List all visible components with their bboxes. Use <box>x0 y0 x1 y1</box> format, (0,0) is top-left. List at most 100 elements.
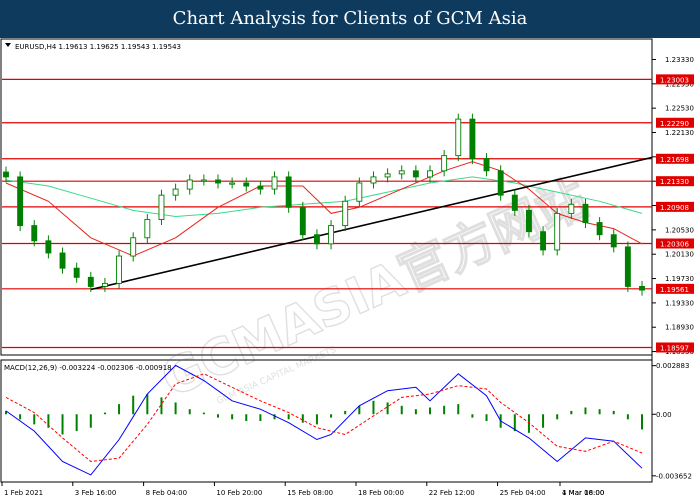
candle-body <box>384 173 391 178</box>
candle-body <box>525 209 532 233</box>
macd-histogram-bar <box>641 414 643 430</box>
price-tick-label: 1.23330 <box>665 56 694 64</box>
macd-histogram-bar <box>287 414 290 420</box>
candle-body <box>271 176 278 190</box>
time-tick-label: 3 Feb 16:00 <box>75 489 116 497</box>
macd-histogram-bar <box>245 414 248 421</box>
macd-histogram-bar <box>414 409 417 415</box>
macd-histogram-bar <box>612 410 615 415</box>
macd-histogram-bar <box>457 404 460 415</box>
candle-body <box>469 118 476 160</box>
candle-body <box>596 222 603 236</box>
candle-body <box>215 179 221 184</box>
macd-histogram-bar <box>259 414 262 421</box>
price-tick-label: 1.22530 <box>665 105 694 113</box>
macd-histogram-bar <box>146 394 149 415</box>
macd-histogram-bar <box>429 407 431 415</box>
time-axis-labels: 1 Feb 2021 3 Feb 16:00 8 Feb 04:00 10 Feb 2… <box>1 482 604 497</box>
macd-histogram-bar <box>344 410 347 415</box>
candle-body <box>342 200 349 227</box>
candle-body <box>144 219 151 239</box>
candle-body <box>116 255 123 284</box>
candle-body <box>511 194 518 211</box>
candle-body <box>639 286 645 291</box>
macd-histogram-bar <box>542 414 545 428</box>
macd-histogram-bar <box>132 395 135 415</box>
macd-histogram-bar <box>372 400 375 415</box>
price-tick-label: 1.20530 <box>665 226 694 234</box>
candle-body <box>624 246 631 287</box>
time-tick-label: 15 Feb 08:00 <box>287 489 333 497</box>
macd-tick-label: 0.002883 <box>656 362 689 370</box>
candle-body <box>243 182 250 187</box>
macd-title: MACD(12,26,9) -0.003224 -0.002306 -0.000… <box>4 364 172 372</box>
time-tick-label: 22 Feb 12:00 <box>429 489 475 497</box>
macd-histogram-bar <box>471 414 474 418</box>
level-tag-text: 1.19561 <box>660 286 689 294</box>
macd-histogram-bar <box>485 414 488 421</box>
macd-histogram-bar <box>330 414 333 418</box>
candle-body <box>31 225 38 242</box>
candle-body <box>582 203 589 224</box>
macd-histogram-bar <box>626 414 629 420</box>
candle-body <box>554 212 561 251</box>
candle-body <box>441 155 448 172</box>
level-tag-text: 1.20908 <box>660 204 689 212</box>
macd-histogram-bar <box>33 414 36 425</box>
candle-body <box>87 276 94 287</box>
candle-body <box>313 234 320 245</box>
price-tick-label: 1.22130 <box>665 129 694 137</box>
macd-histogram-bar <box>89 414 92 428</box>
chart-area: GCMASIA官方网站 GCM ASIA CAPITAL MARKETS 1.2… <box>0 38 700 500</box>
macd-axis-labels: 0.002883 0.00 -0.003652 <box>652 362 692 480</box>
candle-body <box>299 206 306 236</box>
chart-banner-title: Chart Analysis for Clients of GCM Asia <box>0 0 700 38</box>
level-tag-text: 1.22290 <box>660 120 689 128</box>
level-value-tags: 1.23003 1.22290 1.21698 1.21330 1.20908 1.203… <box>656 74 694 353</box>
macd-histogram-bar <box>386 402 389 415</box>
candle-body <box>3 171 9 178</box>
macd-histogram-bar <box>19 414 22 420</box>
macd-panel-frame <box>0 359 653 483</box>
macd-histogram-bar <box>217 414 219 418</box>
candle-body <box>158 194 165 220</box>
candle-body <box>455 118 462 157</box>
candle-body <box>540 231 547 251</box>
candle-body <box>229 182 236 185</box>
price-tick-label: 1.20130 <box>665 251 694 259</box>
candle-body <box>257 185 264 190</box>
price-chart-svg: GCMASIA官方网站 GCM ASIA CAPITAL MARKETS 1.2… <box>0 38 694 497</box>
price-chart-title: EURUSD,H4 1.19613 1.19625 1.19543 1.1954… <box>15 43 181 51</box>
price-tick-label: 1.19730 <box>665 275 694 283</box>
candle-body <box>568 203 575 214</box>
time-tick-label: 8 Feb 04:00 <box>146 489 187 497</box>
candle-body <box>172 188 179 196</box>
candle-body <box>17 176 24 227</box>
time-tick-label: 25 Feb 04:00 <box>500 489 546 497</box>
candle-body <box>412 170 419 178</box>
macd-tick-label: 0.00 <box>656 411 672 419</box>
level-tag-text: 1.21330 <box>660 178 689 186</box>
candle-body <box>200 179 207 182</box>
candle-body <box>356 182 363 202</box>
time-tick-label: 10 Feb 20:00 <box>216 489 262 497</box>
macd-histogram-bar <box>400 405 403 415</box>
candle-body <box>497 170 504 196</box>
candle-body <box>130 237 137 257</box>
candle-body <box>483 158 490 172</box>
macd-histogram-bar <box>202 412 205 415</box>
macd-histogram-bar <box>174 402 177 415</box>
macd-histogram-bar <box>570 410 573 415</box>
candle-body <box>370 176 377 184</box>
candle-body <box>101 282 108 287</box>
macd-histogram-bar <box>75 414 78 432</box>
level-tag-text: 1.23003 <box>660 76 689 84</box>
candle-body <box>285 176 292 208</box>
macd-histogram-bar <box>301 414 304 423</box>
level-tag-text: 1.21698 <box>660 156 689 164</box>
level-tag-text: 1.18597 <box>660 344 689 352</box>
macd-histogram-bar <box>556 414 559 420</box>
macd-histogram-bar <box>315 414 318 425</box>
macd-histogram-bar <box>598 409 601 415</box>
macd-histogram-bar <box>118 404 121 415</box>
